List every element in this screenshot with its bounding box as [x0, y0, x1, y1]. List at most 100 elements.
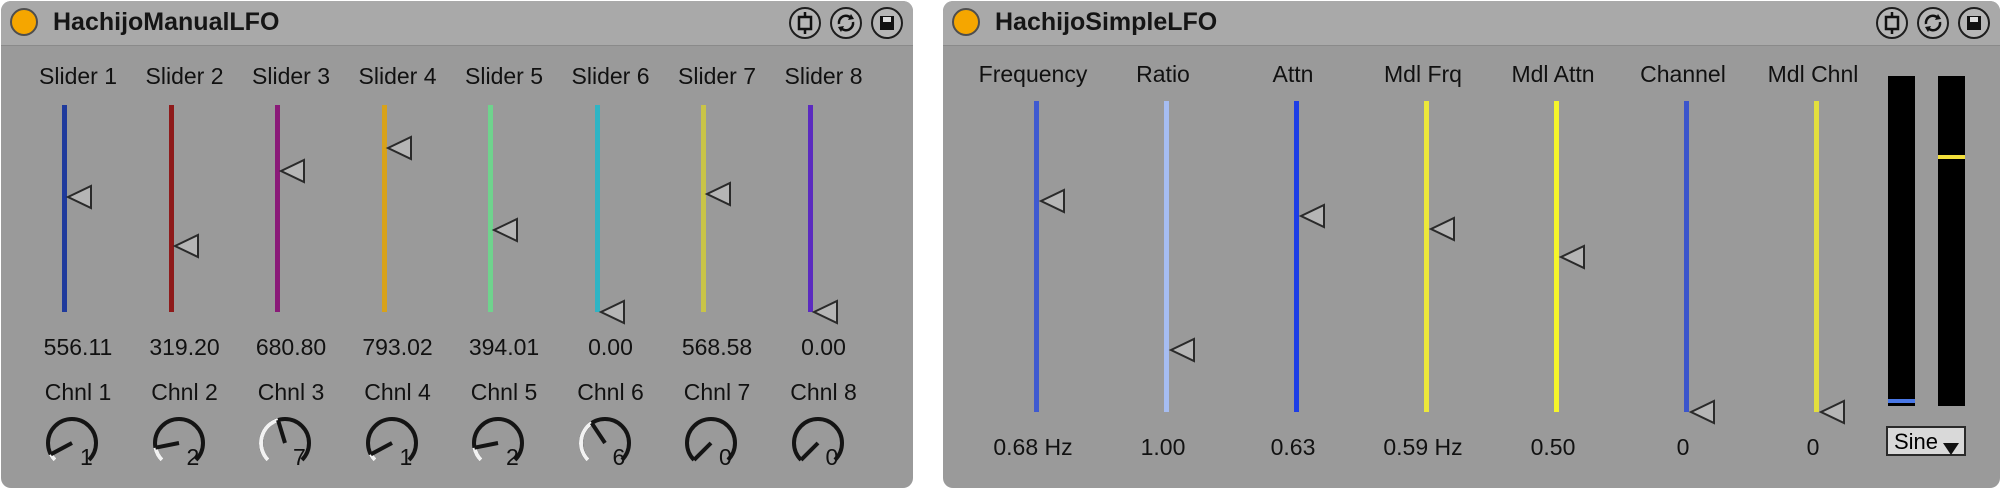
param-label: Mdl Attn	[1511, 61, 1595, 87]
param-slider-thumb[interactable]	[1167, 335, 1197, 365]
slider-label: Slider 8	[784, 63, 863, 89]
slider-label: Slider 2	[145, 63, 224, 89]
device-power-button[interactable]	[952, 8, 980, 36]
channel-value: 2	[186, 444, 200, 470]
device-title-bar[interactable]: HachijoSimpleLFO	[943, 1, 2000, 46]
slider-label: Slider 1	[39, 63, 117, 89]
channel-label: Chnl 3	[257, 379, 325, 405]
channel-knob[interactable]	[786, 411, 850, 475]
param-slider-track[interactable]	[1034, 101, 1039, 412]
device-title-bar[interactable]: HachijoManualLFO	[1, 1, 913, 46]
param-label: Mdl Chnl	[1767, 61, 1859, 87]
meter-level-marker	[1938, 154, 1965, 159]
slider-track[interactable]	[168, 105, 174, 312]
slider-value: 394.01	[468, 334, 540, 360]
slider-track[interactable]	[488, 105, 493, 312]
slider-value: 556.11	[43, 334, 113, 360]
param-slider-thumb[interactable]	[1687, 397, 1717, 427]
slider-label: Slider 7	[678, 63, 756, 89]
param-value: 0	[1676, 434, 1690, 460]
param-slider-track[interactable]	[1424, 101, 1429, 412]
channel-knob[interactable]	[147, 411, 211, 475]
device-hachijo-manual-lfo: HachijoManualLFO Slider 1 556.11 Slider 2 3…	[1, 1, 913, 488]
meter-level-marker	[1888, 398, 1915, 403]
device-hachijo-simple-lfo: HachijoSimpleLFO Frequency 0.68 Hz Ratio 1.…	[943, 1, 2000, 488]
slider-value: 319.20	[149, 334, 220, 360]
output-meter	[1938, 76, 1965, 406]
fold-icon[interactable]	[1876, 7, 1908, 39]
param-slider-track[interactable]	[1164, 101, 1169, 412]
param-slider-thumb[interactable]	[1427, 214, 1457, 244]
param-slider-thumb[interactable]	[1297, 201, 1327, 231]
param-label: Frequency	[978, 61, 1088, 87]
channel-knob[interactable]	[679, 411, 743, 475]
waveform-value: Sine	[1894, 429, 1939, 454]
slider-label: Slider 6	[571, 63, 650, 89]
slider-thumb[interactable]	[171, 231, 201, 261]
channel-value: 6	[612, 444, 626, 470]
waveform-dropdown[interactable]: Sine	[1886, 426, 1966, 456]
channel-label: Chnl 7	[683, 379, 751, 405]
slider-value: 0.00	[588, 334, 633, 360]
slider-track[interactable]	[594, 105, 600, 312]
param-value: 1.00	[1140, 434, 1186, 460]
device-power-button[interactable]	[10, 8, 38, 36]
channel-value: 1	[399, 444, 413, 470]
slider-thumb[interactable]	[810, 297, 840, 327]
slider-thumb[interactable]	[64, 182, 94, 212]
slider-label: Slider 3	[252, 63, 330, 89]
channel-knob[interactable]	[573, 411, 637, 475]
param-value: 0.63	[1270, 434, 1316, 460]
slider-label: Slider 5	[465, 63, 543, 89]
channel-label: Chnl 5	[470, 379, 538, 405]
chevron-down-icon	[1942, 436, 1960, 455]
param-label: Ratio	[1136, 61, 1190, 87]
channel-label: Chnl 4	[364, 379, 431, 405]
param-label: Mdl Frq	[1384, 61, 1462, 87]
slider-value: 568.58	[681, 334, 753, 360]
param-slider-track[interactable]	[1684, 101, 1689, 412]
slider-track[interactable]	[807, 105, 813, 312]
param-value: 0.59 Hz	[1383, 434, 1463, 460]
device-title: HachijoManualLFO	[53, 8, 280, 36]
slider-thumb[interactable]	[597, 297, 627, 327]
slider-thumb[interactable]	[703, 179, 733, 209]
channel-value: 7	[293, 444, 306, 470]
param-slider-thumb[interactable]	[1557, 242, 1587, 272]
param-value: 0	[1806, 434, 1820, 460]
channel-label: Chnl 1	[44, 379, 112, 405]
channel-value: 0	[719, 444, 732, 470]
channel-value: 0	[825, 444, 839, 470]
device-title: HachijoSimpleLFO	[995, 8, 1218, 36]
param-label: Attn	[1272, 61, 1314, 87]
channel-knob[interactable]	[40, 411, 104, 475]
channel-value: 1	[80, 444, 93, 470]
channel-label: Chnl 8	[790, 379, 857, 405]
param-slider-track[interactable]	[1814, 101, 1819, 412]
channel-knob[interactable]	[466, 411, 530, 475]
channel-label: Chnl 2	[151, 379, 218, 405]
param-slider-thumb[interactable]	[1817, 397, 1847, 427]
slider-thumb[interactable]	[490, 215, 520, 245]
channel-knob[interactable]	[360, 411, 424, 475]
save-preset-icon[interactable]	[871, 7, 903, 39]
slider-thumb[interactable]	[277, 156, 307, 186]
channel-label: Chnl 6	[577, 379, 644, 405]
slider-value: 680.80	[255, 334, 327, 360]
channel-knob[interactable]	[253, 411, 317, 475]
slider-label: Slider 4	[358, 63, 437, 89]
slider-track[interactable]	[275, 105, 280, 312]
slider-value: 0.00	[801, 334, 846, 360]
fold-icon[interactable]	[789, 7, 821, 39]
slider-thumb[interactable]	[384, 133, 414, 163]
hot-swap-icon[interactable]	[830, 7, 862, 39]
hot-swap-icon[interactable]	[1917, 7, 1949, 39]
output-meter	[1888, 76, 1915, 406]
channel-value: 2	[506, 444, 519, 470]
slider-value: 793.02	[362, 334, 433, 360]
param-label: Channel	[1640, 61, 1726, 87]
save-preset-icon[interactable]	[1958, 7, 1990, 39]
param-slider-thumb[interactable]	[1037, 186, 1067, 216]
param-value: 0.50	[1530, 434, 1576, 460]
param-slider-track[interactable]	[1294, 101, 1299, 412]
